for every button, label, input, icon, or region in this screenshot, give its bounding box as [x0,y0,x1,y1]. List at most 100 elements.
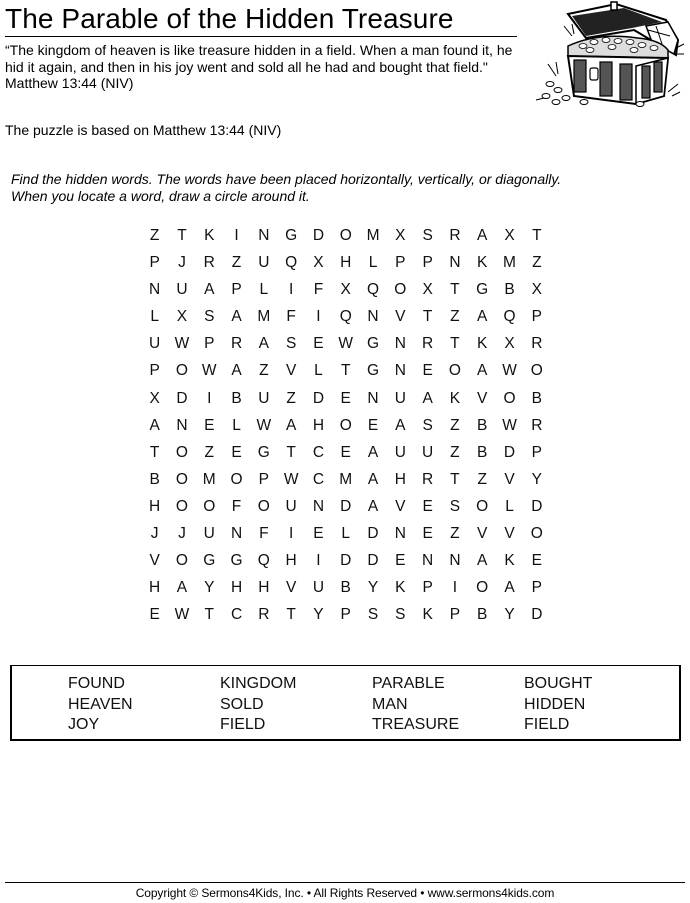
grid-letter[interactable]: O [523,524,550,551]
grid-letter[interactable]: R [250,605,277,632]
grid-letter[interactable]: R [523,334,550,361]
grid-letter[interactable]: Q [277,253,304,280]
grid-letter[interactable]: O [168,470,195,497]
grid-letter[interactable]: W [196,361,223,388]
grid-letter[interactable]: V [496,524,523,551]
grid-letter[interactable]: O [250,497,277,524]
grid-letter[interactable]: I [305,551,332,578]
grid-letter[interactable]: T [523,226,550,253]
grid-letter[interactable]: O [223,470,250,497]
grid-letter[interactable]: T [414,307,441,334]
grid-letter[interactable]: N [141,280,168,307]
grid-letter[interactable]: V [387,497,414,524]
grid-letter[interactable]: Y [496,605,523,632]
grid-letter[interactable]: W [496,416,523,443]
grid-letter[interactable]: S [277,334,304,361]
grid-letter[interactable]: G [196,551,223,578]
grid-letter[interactable]: O [196,497,223,524]
grid-letter[interactable]: K [469,334,496,361]
grid-letter[interactable]: A [387,416,414,443]
grid-letter[interactable]: P [414,578,441,605]
grid-letter[interactable]: J [141,524,168,551]
grid-letter[interactable]: Y [523,470,550,497]
grid-letter[interactable]: A [223,307,250,334]
grid-letter[interactable]: E [414,497,441,524]
grid-letter[interactable]: Q [496,307,523,334]
grid-letter[interactable]: N [359,389,386,416]
grid-letter[interactable]: P [523,307,550,334]
grid-letter[interactable]: Y [196,578,223,605]
grid-letter[interactable]: Z [196,443,223,470]
grid-letter[interactable]: Z [441,524,468,551]
grid-letter[interactable]: H [223,578,250,605]
grid-letter[interactable]: H [305,416,332,443]
grid-letter[interactable]: T [196,605,223,632]
grid-letter[interactable]: T [277,443,304,470]
grid-letter[interactable]: K [496,551,523,578]
grid-letter[interactable]: P [141,253,168,280]
grid-letter[interactable]: V [496,470,523,497]
grid-letter[interactable]: P [414,253,441,280]
grid-letter[interactable]: M [359,226,386,253]
grid-letter[interactable]: A [168,578,195,605]
grid-letter[interactable]: F [223,497,250,524]
grid-letter[interactable]: K [196,226,223,253]
grid-letter[interactable]: N [359,307,386,334]
grid-letter[interactable]: C [223,605,250,632]
grid-letter[interactable]: F [250,524,277,551]
grid-letter[interactable]: U [196,524,223,551]
grid-letter[interactable]: F [305,280,332,307]
grid-letter[interactable]: R [414,470,441,497]
grid-letter[interactable]: C [305,470,332,497]
grid-letter[interactable]: O [496,389,523,416]
grid-letter[interactable]: A [359,497,386,524]
grid-letter[interactable]: L [250,280,277,307]
grid-letter[interactable]: S [359,605,386,632]
grid-letter[interactable]: S [196,307,223,334]
grid-letter[interactable]: P [141,361,168,388]
grid-letter[interactable]: P [196,334,223,361]
grid-letter[interactable]: M [496,253,523,280]
grid-letter[interactable]: E [196,416,223,443]
grid-letter[interactable]: A [496,578,523,605]
grid-letter[interactable]: O [469,578,496,605]
grid-letter[interactable]: X [414,280,441,307]
grid-letter[interactable]: V [277,578,304,605]
grid-letter[interactable]: O [469,497,496,524]
grid-letter[interactable]: P [441,605,468,632]
grid-letter[interactable]: P [523,443,550,470]
grid-letter[interactable]: U [141,334,168,361]
grid-letter[interactable]: G [469,280,496,307]
grid-letter[interactable]: I [441,578,468,605]
grid-letter[interactable]: I [223,226,250,253]
grid-letter[interactable]: A [469,361,496,388]
grid-letter[interactable]: H [277,551,304,578]
grid-letter[interactable]: H [141,497,168,524]
grid-letter[interactable]: M [332,470,359,497]
grid-letter[interactable]: X [168,307,195,334]
grid-letter[interactable]: T [168,226,195,253]
grid-letter[interactable]: Y [305,605,332,632]
grid-letter[interactable]: P [332,605,359,632]
grid-letter[interactable]: D [305,226,332,253]
grid-letter[interactable]: C [305,443,332,470]
grid-letter[interactable]: X [387,226,414,253]
grid-letter[interactable]: E [223,443,250,470]
grid-letter[interactable]: T [141,443,168,470]
grid-letter[interactable]: K [414,605,441,632]
grid-letter[interactable]: E [141,605,168,632]
grid-letter[interactable]: U [250,389,277,416]
grid-letter[interactable]: D [523,605,550,632]
grid-letter[interactable]: I [196,389,223,416]
grid-letter[interactable]: A [469,226,496,253]
grid-letter[interactable]: A [223,361,250,388]
grid-letter[interactable]: Q [332,307,359,334]
grid-letter[interactable]: V [277,361,304,388]
grid-letter[interactable]: H [141,578,168,605]
grid-letter[interactable]: O [332,416,359,443]
grid-letter[interactable]: V [469,524,496,551]
grid-letter[interactable]: Z [523,253,550,280]
grid-letter[interactable]: O [168,361,195,388]
grid-letter[interactable]: B [223,389,250,416]
grid-letter[interactable]: O [387,280,414,307]
